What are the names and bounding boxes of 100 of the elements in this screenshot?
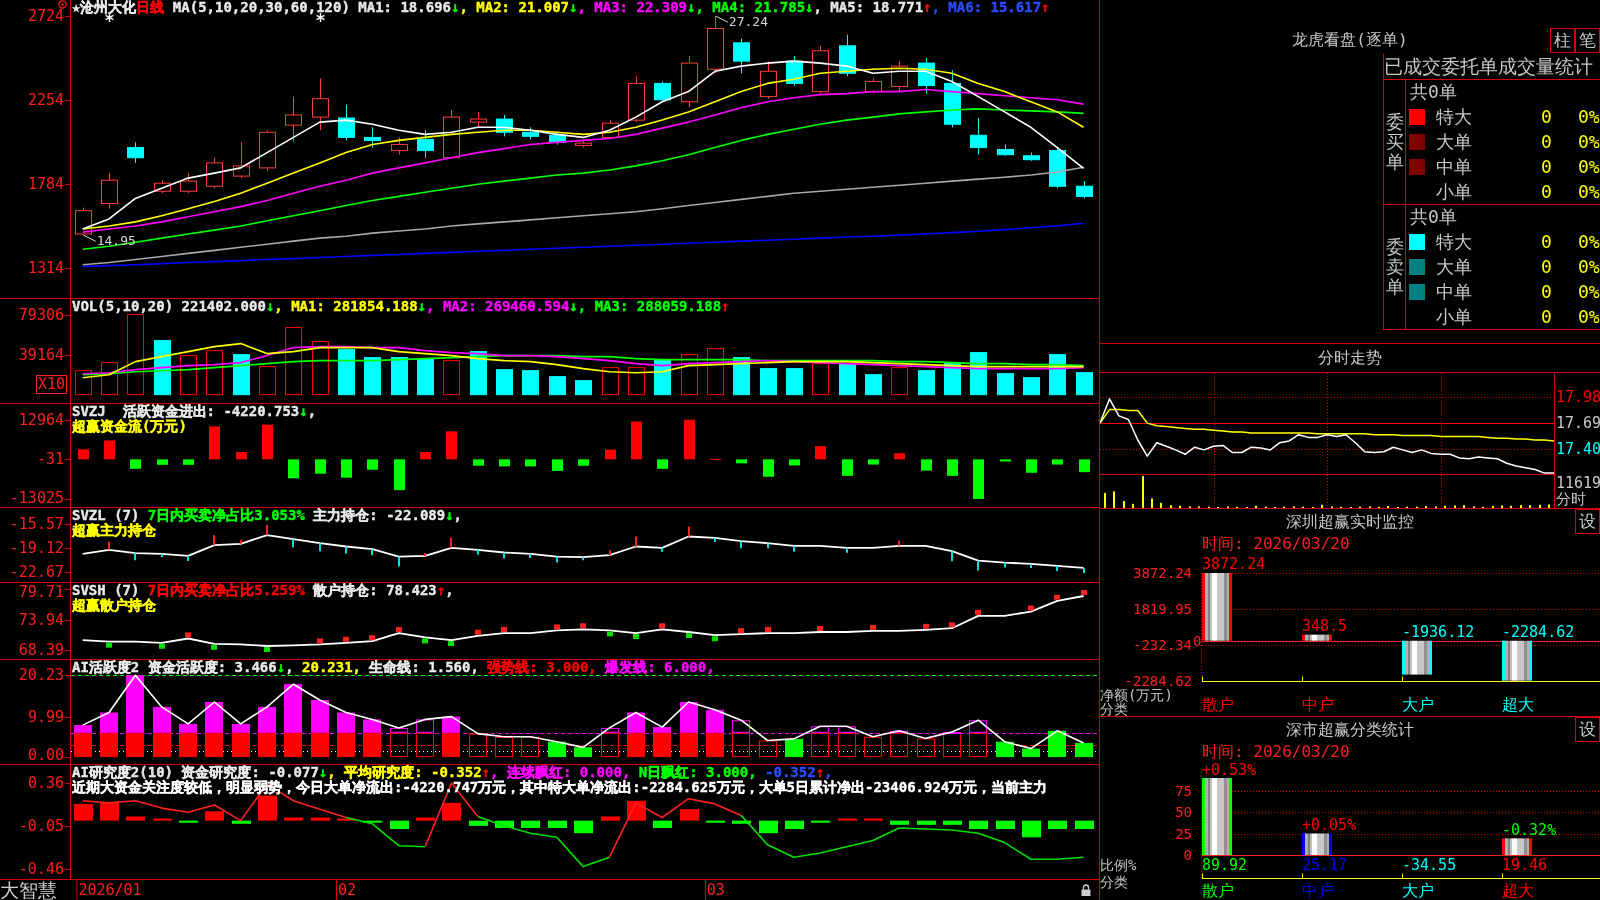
category-label: 超大 xyxy=(1502,883,1534,899)
trend-tick xyxy=(240,538,242,545)
flow-bar xyxy=(157,459,168,465)
panel-title: 深圳超赢实时监控 xyxy=(1286,511,1414,533)
flow-bar xyxy=(605,449,616,460)
unit-label: X10 xyxy=(35,375,67,394)
axis-label: 17.40 xyxy=(1556,440,1600,457)
trend-tick xyxy=(477,548,479,556)
legend-text: AI研究度2(10) 资金研究度: -0.077 xyxy=(72,765,319,780)
panel-title: 龙虎看盘(逐单) xyxy=(1292,30,1408,50)
value-label: 25.17 xyxy=(1302,857,1348,873)
flow-bar xyxy=(631,421,642,460)
axis-label: 9.99 xyxy=(27,708,64,725)
value-label: -1936.12 xyxy=(1402,624,1475,640)
order-share: 0% xyxy=(1578,281,1600,302)
flow-bar xyxy=(183,459,194,465)
order-count: 0 xyxy=(1541,106,1553,127)
order-count: 0 xyxy=(1541,181,1553,202)
legend-text: , 平均研究度: -0.352 xyxy=(327,765,482,780)
legend-text: ↑ xyxy=(815,765,825,780)
table-title: 已成交委托单成交量统计 xyxy=(1384,55,1593,77)
trend-marker xyxy=(554,624,560,630)
trend-tick xyxy=(424,551,426,557)
trend-marker xyxy=(264,647,270,652)
trend-tick xyxy=(1083,566,1085,574)
trend-marker xyxy=(1028,605,1034,611)
legend-text: ↓ xyxy=(417,299,427,314)
flow-bar xyxy=(209,426,220,460)
order-count: 0 xyxy=(1541,256,1553,277)
trend-tick xyxy=(793,544,795,553)
date-label: 02 xyxy=(336,880,357,900)
legend-text: ↓ xyxy=(299,404,308,419)
category-label: 散户 xyxy=(1202,883,1234,899)
legend-text: , xyxy=(453,508,463,523)
timestamp-label: 时间: 2026/03/20 xyxy=(1202,534,1350,553)
trend-tick xyxy=(266,524,268,537)
order-share: 0% xyxy=(1578,256,1600,277)
mode-button[interactable]: 笔 xyxy=(1575,28,1600,53)
flow-bar xyxy=(525,459,536,467)
order-size-label: 大单 xyxy=(1436,256,1473,277)
category-label: 大户 xyxy=(1402,697,1434,713)
trend-tick xyxy=(134,552,136,562)
order-size-label: 小单 xyxy=(1436,306,1473,327)
category-label: 散户 xyxy=(1202,697,1234,713)
trend-marker xyxy=(580,623,586,629)
change-label: -0.32% xyxy=(1502,822,1557,838)
axis-label: -0.46 xyxy=(18,860,64,877)
trend-marker xyxy=(738,628,744,634)
value-label: 348.5 xyxy=(1302,618,1348,634)
axis-label: 3872.24 xyxy=(1133,566,1192,580)
flow-bar xyxy=(684,419,695,460)
trend-marker xyxy=(765,627,771,633)
trend-tick xyxy=(161,552,163,558)
category-label: 中户 xyxy=(1302,697,1334,713)
legend-text: , xyxy=(307,404,317,419)
trend-marker xyxy=(1081,589,1087,595)
value-label: 19.46 xyxy=(1502,857,1548,873)
flow-bar xyxy=(78,449,89,460)
axis-label: -31 xyxy=(36,451,64,468)
legend-text: SVZL (7) xyxy=(72,508,140,523)
axis-label: 68.39 xyxy=(18,641,64,658)
mode-button[interactable]: 柱 xyxy=(1550,28,1575,53)
total-label: 共0单 xyxy=(1410,205,1457,229)
flow-bar xyxy=(341,459,352,478)
axis-label: -22.67 xyxy=(9,563,64,580)
legend-text: ↑ xyxy=(721,299,730,314)
order-size-label: 特大 xyxy=(1436,106,1473,127)
axis-title: 比例% xyxy=(1100,858,1137,872)
trend-marker xyxy=(501,627,507,633)
trend-tick xyxy=(688,525,690,538)
volume-label: 11619 xyxy=(1556,475,1600,491)
legend-text: 主力持仓: -22.089 xyxy=(312,508,446,523)
timestamp-label: 时间: 2026/03/20 xyxy=(1202,742,1350,761)
legend-text: 7日内买卖净占比5.259% xyxy=(146,583,305,598)
settings-button[interactable]: 设 xyxy=(1575,717,1600,742)
settings-button[interactable]: 设 xyxy=(1575,509,1600,534)
legend-text: ↑ xyxy=(436,583,446,598)
flow-bar xyxy=(868,459,879,465)
flow-bar xyxy=(815,446,826,460)
legend-text: 散户持仓: 78.423 xyxy=(312,583,437,598)
flow-bar xyxy=(894,453,905,460)
order-share: 0% xyxy=(1578,156,1600,177)
trend-marker xyxy=(607,631,613,637)
axis-label: 73.94 xyxy=(18,611,64,628)
flow-bar xyxy=(842,459,853,476)
legend-text: AI活跃度2 资金活跃度: 3.466 xyxy=(72,660,277,675)
legend-text: , MA3: 288059.188 xyxy=(577,299,722,314)
trend-tick xyxy=(951,550,953,563)
order-size-label: 特大 xyxy=(1436,231,1473,252)
group-label: 委买单 xyxy=(1385,112,1404,172)
total-label: 共0单 xyxy=(1410,80,1457,104)
axis-title: 分类 xyxy=(1100,702,1128,716)
trend-tick xyxy=(661,546,663,553)
flow-bar xyxy=(473,459,484,466)
axis-label: 0.00 xyxy=(27,747,64,763)
legend-text: , xyxy=(285,660,294,675)
flow-bar xyxy=(1079,459,1090,473)
axis-label: 2254 xyxy=(27,92,64,108)
trend-marker xyxy=(317,638,323,644)
trend-marker xyxy=(817,626,823,631)
